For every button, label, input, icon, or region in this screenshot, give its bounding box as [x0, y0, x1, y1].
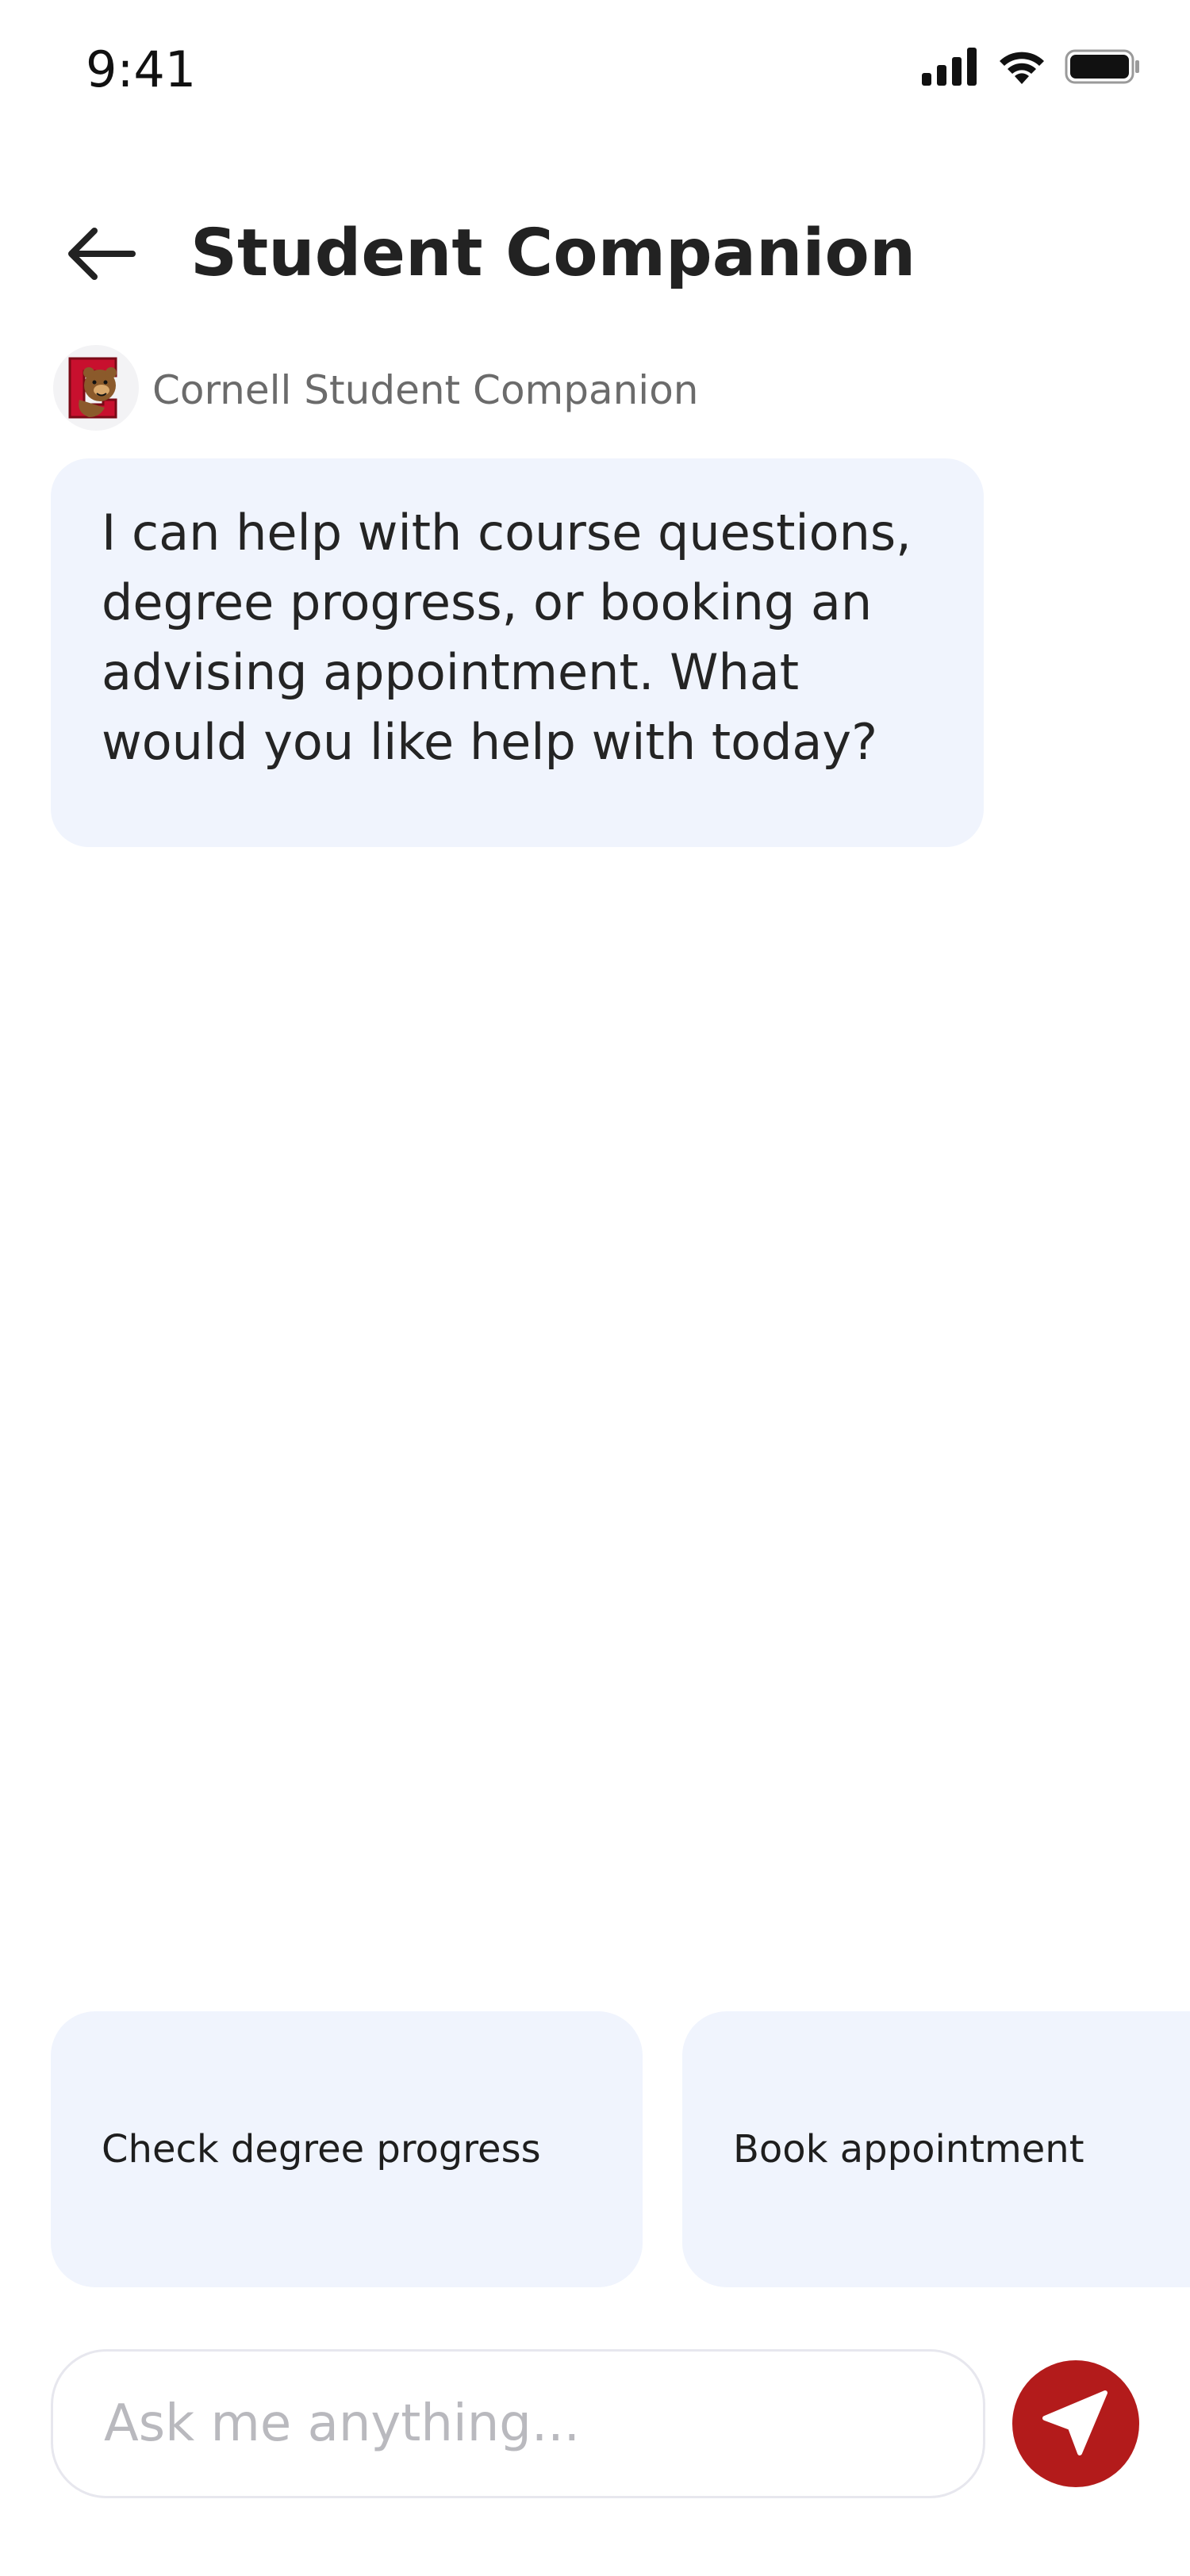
send-paper-plane-icon	[1040, 2386, 1111, 2461]
wifi-icon	[996, 48, 1047, 89]
suggestion-chip-label: Check degree progress	[102, 2127, 541, 2172]
page-title: Student Companion	[190, 216, 916, 291]
message-text: I can help with course questions, degree…	[102, 504, 912, 771]
status-icons	[922, 46, 1141, 90]
back-button[interactable]	[62, 216, 141, 295]
signal-icon	[922, 48, 979, 89]
suggestion-chip-degree-progress[interactable]: Check degree progress	[51, 2011, 643, 2287]
chat-input[interactable]	[102, 2351, 983, 2497]
battery-icon	[1065, 48, 1141, 89]
suggestion-chip-label: Book appointment	[733, 2127, 1084, 2172]
status-time: 9:41	[86, 40, 197, 98]
chat-input-container[interactable]	[51, 2349, 985, 2498]
bot-name: Cornell Student Companion	[152, 367, 699, 413]
bot-avatar	[52, 344, 140, 431]
suggestion-chip-book-appointment[interactable]: Book appointment	[682, 2011, 1190, 2287]
send-button[interactable]	[1012, 2360, 1139, 2487]
cornell-bear-logo-icon	[52, 345, 140, 435]
bot-message-bubble: I can help with course questions, degree…	[51, 458, 984, 847]
arrow-left-icon	[66, 226, 137, 285]
